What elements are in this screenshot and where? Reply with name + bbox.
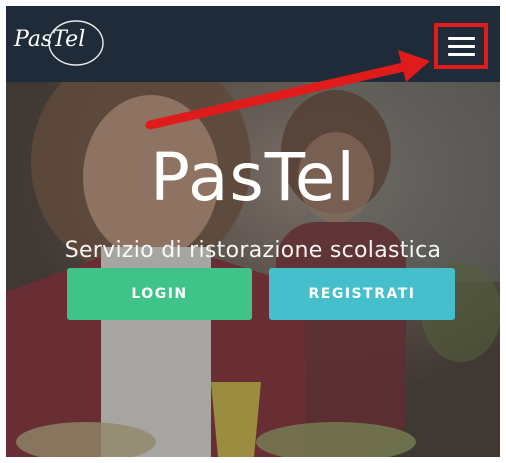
app-frame: PasTel PasTel Servizio di ristorazione s… (6, 6, 500, 457)
hero-subtitle: Servizio di ristorazione scolastica (64, 238, 442, 263)
logo[interactable]: PasTel (14, 18, 106, 68)
hamburger-line-icon (447, 52, 475, 56)
hamburger-line-icon (447, 44, 475, 48)
register-button[interactable]: REGISTRATI (269, 268, 455, 320)
hero-section: PasTel Servizio di ristorazione scolasti… (6, 82, 500, 457)
logo-text: PasTel (14, 27, 86, 52)
hamburger-line-icon (447, 36, 475, 40)
navbar: PasTel (6, 6, 500, 82)
hamburger-menu-button[interactable] (434, 23, 488, 69)
login-button[interactable]: LOGIN (67, 268, 252, 320)
hero-title: PasTel (150, 139, 356, 216)
